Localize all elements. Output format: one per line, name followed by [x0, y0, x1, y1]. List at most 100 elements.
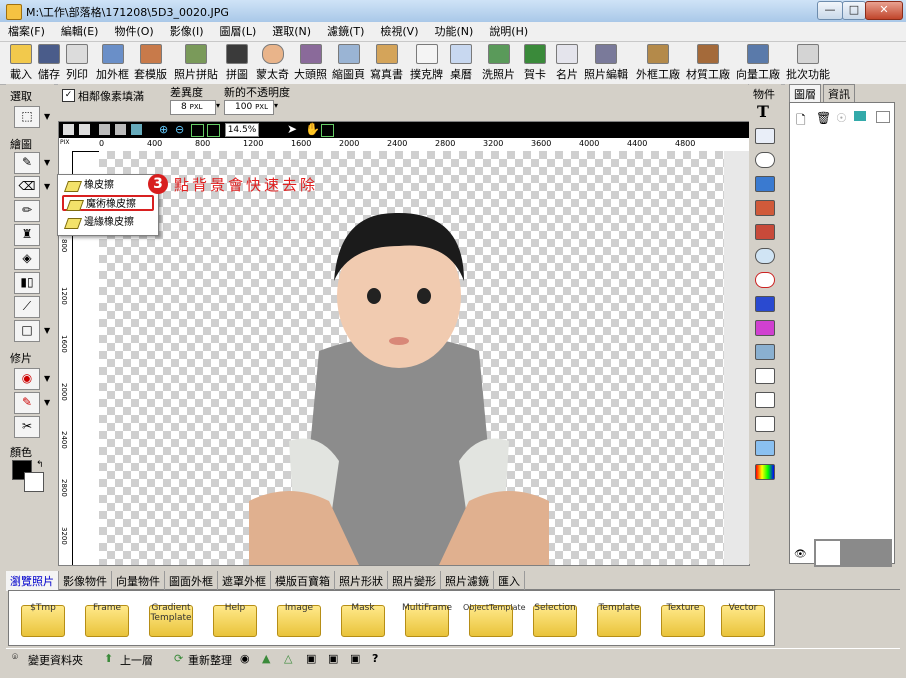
- menu-filter[interactable]: 濾鏡(T): [319, 22, 372, 39]
- tab-photo-shapes[interactable]: 照片形狀: [335, 571, 388, 591]
- arrow-icon[interactable]: [755, 416, 775, 432]
- cake-icon[interactable]: [755, 320, 775, 336]
- tolerance-dropdown-icon[interactable]: ▾: [216, 101, 220, 110]
- sort-desc-icon[interactable]: △: [284, 652, 292, 665]
- save-button[interactable]: 儲存: [38, 44, 60, 82]
- paste-icon[interactable]: [131, 124, 142, 135]
- view-eye-icon[interactable]: ◉: [240, 652, 250, 665]
- tab-template-box[interactable]: 模版百寶箱: [271, 571, 335, 591]
- menu-function[interactable]: 功能(N): [427, 22, 482, 39]
- folder-item[interactable]: Help: [207, 595, 263, 641]
- visibility-eye-icon[interactable]: 👁: [794, 549, 807, 560]
- fill-tool[interactable]: ◈: [14, 248, 40, 270]
- layer-thumbnail-row[interactable]: [814, 539, 892, 567]
- zoom-in-icon[interactable]: ⊕: [159, 123, 168, 136]
- opacity-dropdown-icon[interactable]: ▾: [274, 101, 278, 110]
- print-button[interactable]: 列印: [66, 44, 88, 82]
- calendar-button[interactable]: 桌曆: [450, 44, 472, 82]
- tab-vector-objects[interactable]: 向量物件: [112, 571, 165, 591]
- menu-image[interactable]: 影像(I): [162, 22, 212, 39]
- undo-icon[interactable]: [63, 124, 74, 135]
- menu-view[interactable]: 檢視(V): [372, 22, 426, 39]
- tab-image-objects[interactable]: 影像物件: [59, 571, 112, 591]
- texture-factory-button[interactable]: 材質工廠: [686, 44, 730, 82]
- retouch-brush-tool[interactable]: ✎: [14, 392, 40, 414]
- calendar-grid-icon[interactable]: [755, 344, 775, 360]
- refresh-button[interactable]: 重新整理: [188, 652, 232, 668]
- dropdown-arrow-icon[interactable]: ▼: [44, 326, 50, 335]
- folder-item[interactable]: Selection: [527, 595, 583, 641]
- exif-icon[interactable]: [755, 296, 775, 312]
- tab-layers[interactable]: 圖層: [789, 84, 821, 104]
- magic-eraser-menu-item[interactable]: 魔術橡皮擦: [62, 195, 154, 211]
- layers-icon[interactable]: [755, 224, 775, 240]
- menu-help[interactable]: 說明(H): [481, 22, 536, 39]
- layer-options-icon[interactable]: [876, 111, 890, 123]
- close-button[interactable]: ✕: [865, 1, 903, 20]
- vertical-scrollbar[interactable]: [724, 151, 749, 565]
- crop-icon[interactable]: [321, 124, 334, 137]
- tab-frames[interactable]: 圖面外框: [165, 571, 218, 591]
- dropdown-arrow-icon[interactable]: ▼: [44, 158, 50, 167]
- adjacent-fill-checkbox[interactable]: ✓: [62, 89, 75, 102]
- menu-edit[interactable]: 編輯(E): [53, 22, 107, 39]
- montage-button[interactable]: 蒙太奇: [256, 44, 289, 82]
- thumb-large-icon[interactable]: ▣: [350, 652, 360, 665]
- maximize-button[interactable]: □: [842, 1, 866, 20]
- thumb-medium-icon[interactable]: ▣: [328, 652, 338, 665]
- gradient-tool[interactable]: ▮▯: [14, 272, 40, 294]
- redo-icon[interactable]: [79, 124, 90, 135]
- menu-select[interactable]: 選取(N): [264, 22, 319, 39]
- new-layer-icon[interactable]: 🗋: [796, 111, 806, 132]
- load-button[interactable]: 載入: [10, 44, 32, 82]
- photo-edit-button[interactable]: 照片編輯: [584, 44, 628, 82]
- up-level-button[interactable]: 上一層: [120, 652, 153, 668]
- abc-icon[interactable]: [755, 152, 775, 168]
- star-icon[interactable]: [755, 440, 775, 456]
- background-color-swatch[interactable]: [24, 472, 44, 492]
- poker-button[interactable]: 撲克牌: [410, 44, 443, 82]
- cut-icon[interactable]: [99, 124, 110, 135]
- lock-icon[interactable]: ☉: [836, 111, 847, 125]
- rect-select-tool[interactable]: ⬚: [14, 106, 40, 128]
- tab-import[interactable]: 匯入: [494, 571, 525, 591]
- folder-item[interactable]: Mask: [335, 595, 391, 641]
- print-photo-button[interactable]: 洗照片: [482, 44, 515, 82]
- swap-colors-icon[interactable]: ↰: [36, 460, 44, 470]
- vector-factory-button[interactable]: 向量工廠: [736, 44, 780, 82]
- folder-item[interactable]: Texture: [655, 595, 711, 641]
- red-eye-tool[interactable]: ◉: [14, 368, 40, 390]
- thumbnail-page-button[interactable]: 縮圖頁: [332, 44, 365, 82]
- eraser-tool[interactable]: ⌫: [14, 176, 40, 198]
- folder-item[interactable]: MultiFrame: [399, 595, 455, 641]
- tab-photo-warp[interactable]: 照片變形: [388, 571, 441, 591]
- tab-mask-frames[interactable]: 遮罩外框: [218, 571, 271, 591]
- help-icon[interactable]: ?: [372, 652, 378, 665]
- monitor-icon[interactable]: [854, 111, 866, 121]
- palette-icon[interactable]: [755, 464, 775, 480]
- change-folder-button[interactable]: 變更資料夾: [28, 652, 83, 668]
- image-canvas[interactable]: [99, 151, 724, 565]
- eraser-menu-item[interactable]: 橡皮擦: [62, 178, 154, 194]
- folder-item[interactable]: Vector: [715, 595, 771, 641]
- add-frame-button[interactable]: 加外框: [96, 44, 129, 82]
- folder-item[interactable]: $Tmp: [15, 595, 71, 641]
- photo-icon[interactable]: [755, 200, 775, 216]
- zoom-level-field[interactable]: 14.5%: [225, 123, 259, 137]
- speech-bubble-icon[interactable]: [755, 368, 775, 384]
- frame-factory-button[interactable]: 外框工廠: [636, 44, 680, 82]
- text-style-icon[interactable]: [755, 128, 775, 144]
- dropdown-arrow-icon[interactable]: ▼: [44, 112, 50, 121]
- lines-icon[interactable]: [755, 392, 775, 408]
- menu-layer[interactable]: 圖層(L): [212, 22, 265, 39]
- fit-window-icon[interactable]: [191, 124, 204, 137]
- menu-file[interactable]: 檔案(F): [0, 22, 53, 39]
- pointer-icon[interactable]: ➤: [287, 122, 297, 136]
- dropdown-arrow-icon[interactable]: ▼: [44, 182, 50, 191]
- image-icon[interactable]: [755, 176, 775, 192]
- thumb-small-icon[interactable]: ▣: [306, 652, 316, 665]
- sort-asc-icon[interactable]: ▲: [262, 652, 270, 665]
- brush-tool[interactable]: ✎: [14, 152, 40, 174]
- pencil-tool[interactable]: ✏: [14, 200, 40, 222]
- clock-icon[interactable]: [755, 272, 775, 288]
